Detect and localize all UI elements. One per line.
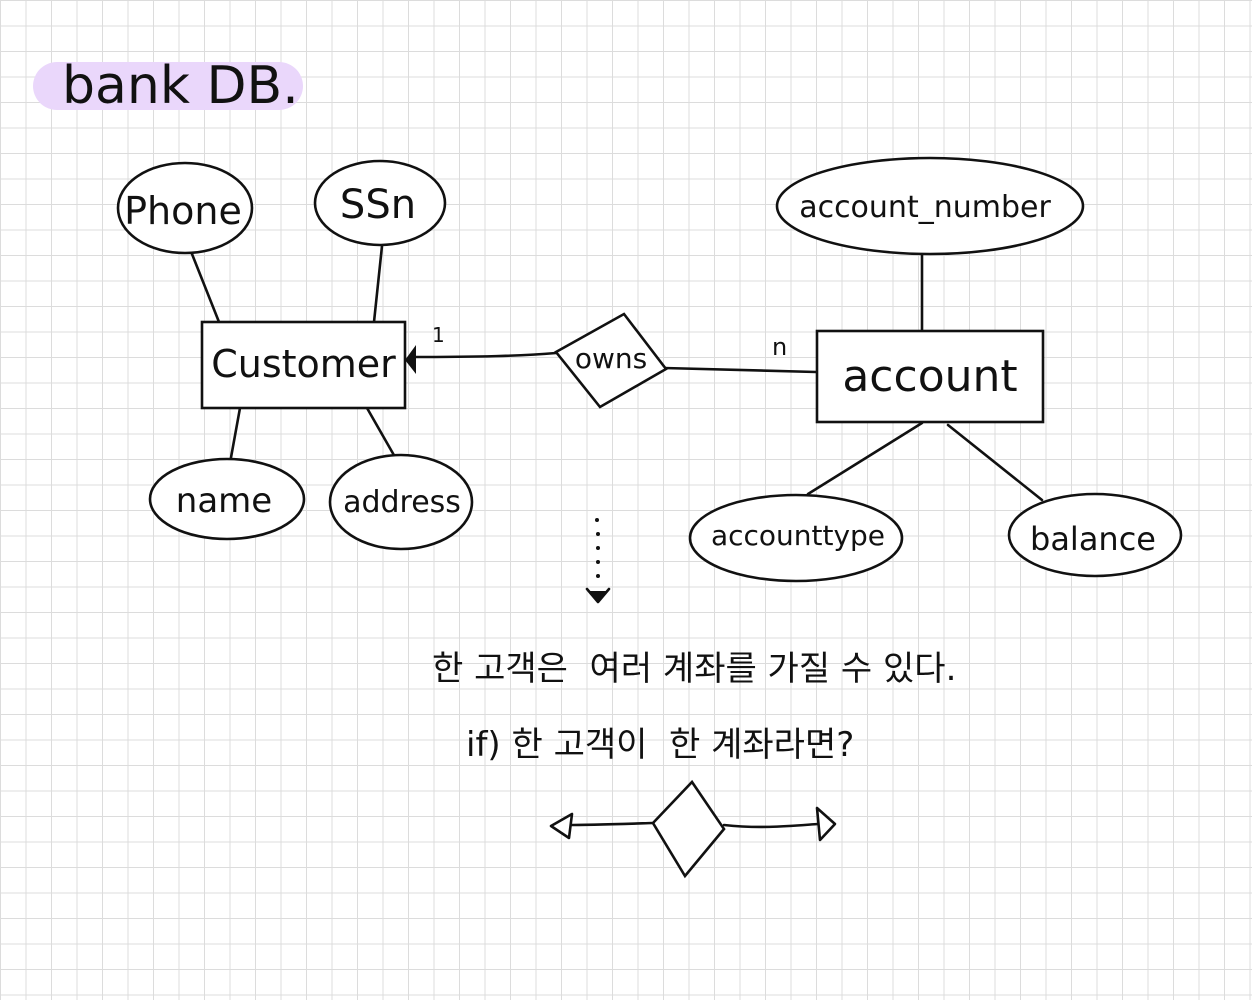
accounttype-attribute-label: accounttype <box>711 519 885 552</box>
phone-attribute-label: Phone <box>124 189 242 233</box>
name-attribute-label: name <box>176 481 272 521</box>
ssn-connector <box>372 244 384 324</box>
accounttype-connector <box>806 421 924 496</box>
balance-connector <box>946 423 1044 502</box>
name-connector <box>228 406 242 465</box>
owns-to-account-line <box>662 366 818 374</box>
er-diagram-canvas: bank DB. 1 n Customer account owns Phone… <box>33 56 1183 879</box>
customer-entity-label: Customer <box>211 342 396 386</box>
note-line-1: 한 고객은 여러 계좌를 가질 수 있다. <box>432 649 956 689</box>
cardinality-account: n <box>772 333 787 361</box>
balance-attribute-label: balance <box>1030 520 1156 558</box>
ssn-attribute-label: SSn <box>340 182 416 228</box>
address-connector <box>365 406 397 459</box>
phone-connector <box>190 252 221 324</box>
account-number-attribute-label: account_number <box>799 190 1051 225</box>
one-to-one-sketch <box>549 779 837 879</box>
one-side-arrowhead <box>405 345 416 374</box>
owns-to-customer-line <box>408 351 558 359</box>
note-line-2: if) 한 고객이 한 계좌라면? <box>466 725 854 765</box>
diagram-title: bank DB. <box>62 56 299 116</box>
owns-relationship-label: owns <box>575 342 647 375</box>
dotted-down-arrow <box>585 518 611 604</box>
cardinality-customer: 1 <box>432 323 445 347</box>
address-attribute-label: address <box>343 485 461 520</box>
account-entity-label: account <box>842 351 1017 402</box>
